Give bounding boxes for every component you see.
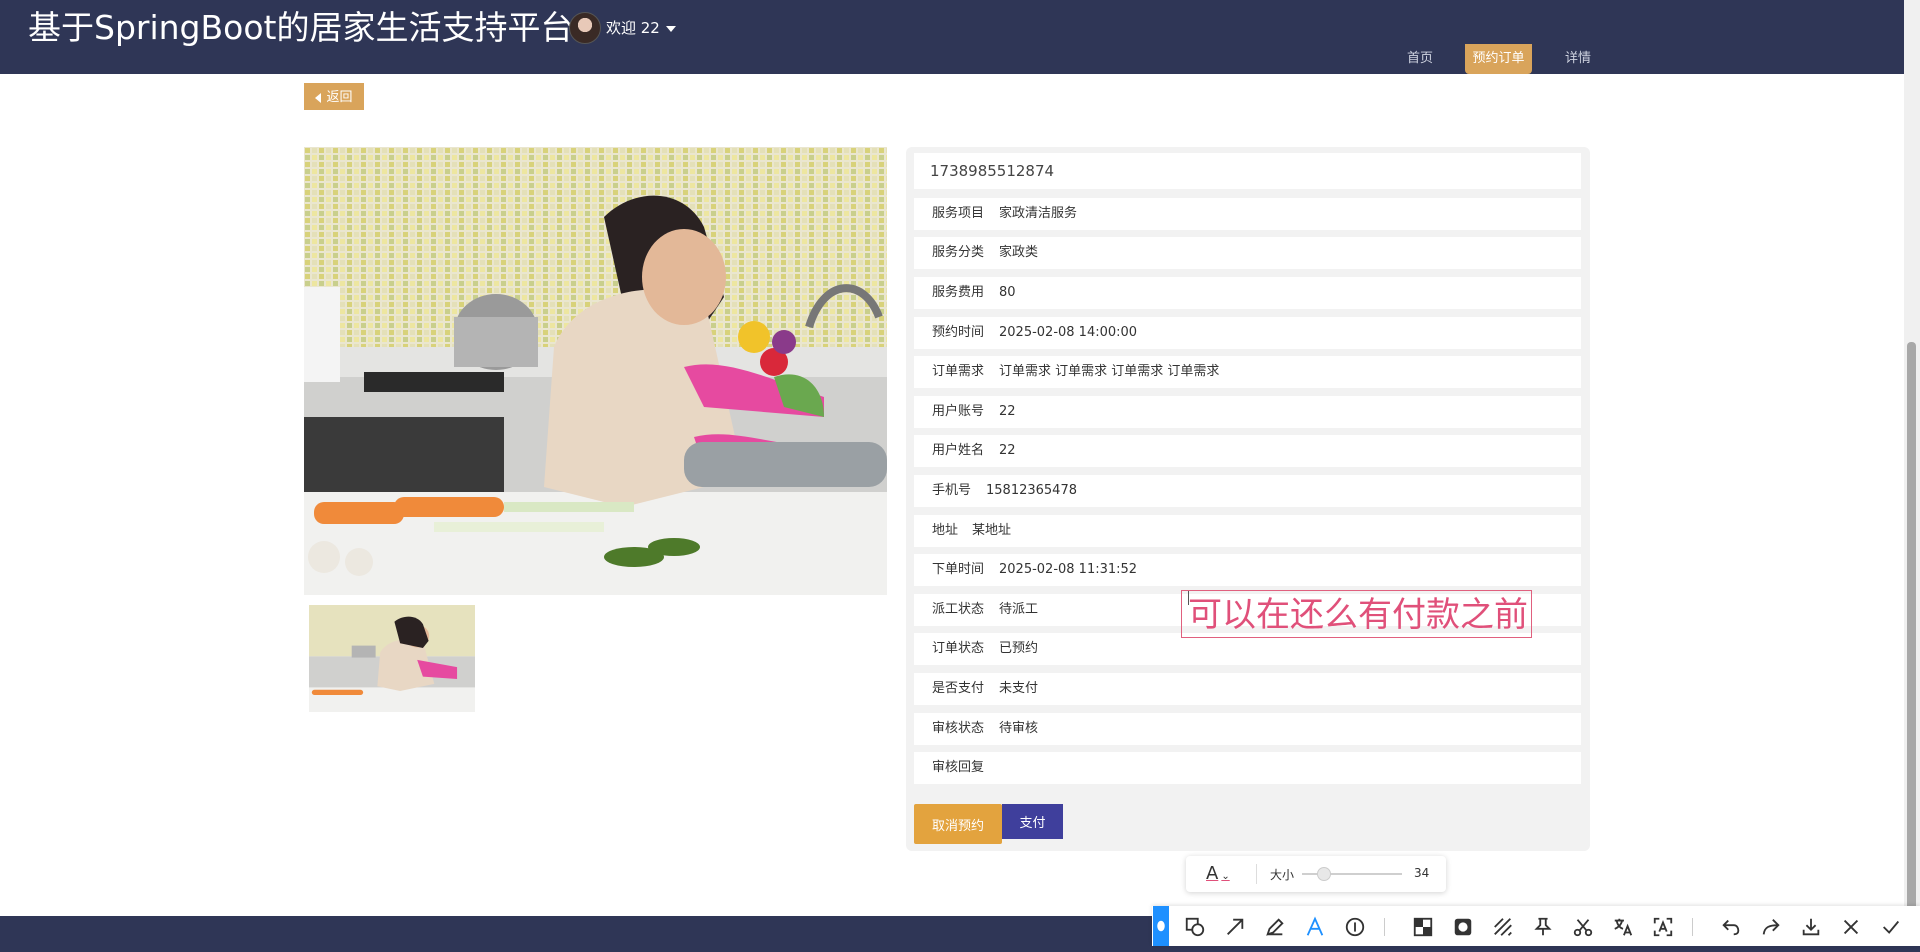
detail-label: 服务项目 xyxy=(932,206,985,221)
scrollbar-thumb[interactable] xyxy=(1907,342,1916,916)
close-icon[interactable] xyxy=(1838,914,1864,940)
detail-row-service-category: 服务分类 家政类 xyxy=(914,237,1581,269)
nav-home[interactable]: 首页 xyxy=(1392,44,1448,74)
detail-value: 订单需求 订单需求 订单需求 订单需求 xyxy=(999,364,1220,379)
annotation-text-box[interactable]: 可以在还么有付款之前 xyxy=(1181,590,1532,638)
confirm-icon[interactable] xyxy=(1878,914,1904,940)
detail-label: 预约时间 xyxy=(932,325,985,340)
back-button[interactable]: 返回 xyxy=(304,83,364,110)
detail-value: 家政类 xyxy=(999,245,1039,260)
back-button-label: 返回 xyxy=(326,89,353,104)
detail-label: 服务费用 xyxy=(932,285,985,300)
font-color-button[interactable]: A ⌄ xyxy=(1206,863,1230,884)
scissors-icon[interactable] xyxy=(1570,914,1596,940)
nav-detail[interactable]: 详情 xyxy=(1550,44,1606,74)
site-title: 基于SpringBoot的居家生活支持平台 xyxy=(28,8,574,47)
detail-label: 手机号 xyxy=(932,483,972,498)
blur-icon[interactable] xyxy=(1450,914,1476,940)
order-number-row: 1738985512874 xyxy=(914,153,1581,189)
detail-row-user-name: 用户姓名 22 xyxy=(914,435,1581,467)
undo-icon[interactable] xyxy=(1718,914,1744,940)
detail-value: 待审核 xyxy=(999,721,1039,736)
detail-label: 审核回复 xyxy=(932,760,985,775)
detail-value: 2025-02-08 14:00:00 xyxy=(999,325,1138,340)
text-cursor-icon xyxy=(1188,591,1189,605)
nav-orders[interactable]: 预约订单 xyxy=(1465,44,1532,74)
detail-label: 订单需求 xyxy=(932,364,985,379)
number-icon[interactable] xyxy=(1342,914,1368,940)
mosaic-icon[interactable] xyxy=(1410,914,1436,940)
chevron-down-icon xyxy=(665,25,676,32)
detail-row-appointment-time: 预约时间 2025-02-08 14:00:00 xyxy=(914,317,1581,349)
detail-row-phone: 手机号 15812365478 xyxy=(914,475,1581,507)
shape-icon[interactable] xyxy=(1182,914,1208,940)
size-slider-thumb[interactable] xyxy=(1317,867,1331,881)
detail-value: 2025-02-08 11:31:52 xyxy=(999,562,1138,577)
detail-row-review-reply: 审核回复 xyxy=(914,752,1581,784)
hatch-icon[interactable] xyxy=(1490,914,1516,940)
image-thumbnail[interactable] xyxy=(309,605,475,712)
service-image xyxy=(304,147,887,595)
user-menu[interactable]: 欢迎 22 xyxy=(606,17,676,38)
detail-row-service-fee: 服务费用 80 xyxy=(914,277,1581,309)
detail-label: 审核状态 xyxy=(932,721,985,736)
divider xyxy=(1384,918,1385,936)
divider xyxy=(1692,918,1693,936)
detail-value: 22 xyxy=(999,443,1016,458)
detail-value: 未支付 xyxy=(999,681,1039,696)
detail-label: 派工状态 xyxy=(932,602,985,617)
detail-label: 用户姓名 xyxy=(932,443,985,458)
translate-icon[interactable] xyxy=(1610,914,1636,940)
pen-icon[interactable] xyxy=(1262,914,1288,940)
detail-value: 已预约 xyxy=(999,641,1039,656)
redo-icon[interactable] xyxy=(1758,914,1784,940)
detail-label: 地址 xyxy=(932,523,959,538)
welcome-text: 欢迎 22 xyxy=(606,19,660,37)
download-icon[interactable] xyxy=(1798,914,1824,940)
detail-row-order-requirement: 订单需求 订单需求 订单需求 订单需求 订单需求 xyxy=(914,356,1581,388)
text-options-panel: A ⌄ 大小 34 xyxy=(1186,856,1446,892)
font-color-letter: A xyxy=(1206,863,1219,884)
detail-label: 是否支付 xyxy=(932,681,985,696)
detail-value: 22 xyxy=(999,404,1016,419)
detail-row-payment-status: 是否支付 未支付 xyxy=(914,673,1581,705)
chevron-down-icon: ⌄ xyxy=(1221,871,1230,882)
detail-row-user-account: 用户账号 22 xyxy=(914,396,1581,428)
caret-left-icon xyxy=(315,92,322,103)
cancel-appointment-button[interactable]: 取消预约 xyxy=(914,804,1002,844)
detail-value: 15812365478 xyxy=(986,483,1077,498)
size-label: 大小 xyxy=(1270,868,1295,882)
arrow-icon[interactable] xyxy=(1222,914,1248,940)
detail-label: 用户账号 xyxy=(932,404,985,419)
pin-icon[interactable] xyxy=(1530,914,1556,940)
top-header: 基于SpringBoot的居家生活支持平台 欢迎 22 首页 预约订单 详情 xyxy=(0,0,1920,74)
order-detail-panel: 1738985512874 服务项目 家政清洁服务 服务分类 家政类 服务费用 80 … xyxy=(906,147,1590,851)
order-number: 1738985512874 xyxy=(930,162,1055,180)
detail-label: 服务分类 xyxy=(932,245,985,260)
text-icon[interactable] xyxy=(1302,914,1328,940)
divider xyxy=(1256,864,1257,884)
detail-value: 某地址 xyxy=(972,523,1012,538)
detail-label: 下单时间 xyxy=(932,562,985,577)
size-value: 34 xyxy=(1414,866,1430,880)
user-avatar[interactable] xyxy=(569,12,601,44)
detail-value: 80 xyxy=(999,285,1016,300)
detail-row-service-item: 服务项目 家政清洁服务 xyxy=(914,198,1581,230)
screenshot-toolbar xyxy=(1152,906,1920,946)
qq-icon[interactable] xyxy=(1153,906,1169,946)
ocr-icon[interactable] xyxy=(1650,914,1676,940)
detail-row-review-status: 审核状态 待审核 xyxy=(914,713,1581,745)
detail-row-order-time: 下单时间 2025-02-08 11:31:52 xyxy=(914,554,1581,586)
detail-value: 家政清洁服务 xyxy=(999,206,1078,221)
detail-value: 待派工 xyxy=(999,602,1039,617)
detail-label: 订单状态 xyxy=(932,641,985,656)
detail-row-address: 地址 某地址 xyxy=(914,515,1581,547)
pay-button[interactable]: 支付 xyxy=(1002,804,1063,839)
